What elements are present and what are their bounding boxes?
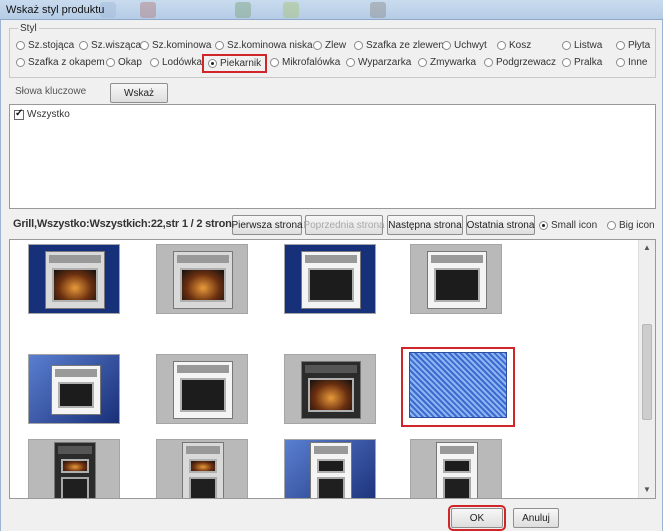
scroll-down-icon[interactable]: ▼ (639, 482, 655, 498)
radio-wyparzarka[interactable]: Wyparzarka (346, 57, 411, 68)
radio-lodowka[interactable]: Lodówka (150, 57, 202, 68)
oven-icon (427, 251, 487, 309)
radio-inne[interactable]: Inne (616, 57, 647, 68)
thumbnail-oven-8-selected[interactable] (401, 347, 515, 427)
radio-circle-icon (140, 41, 149, 50)
radio-uchwyt[interactable]: Uchwyt (442, 40, 487, 51)
radio-small-icon[interactable]: Small icon (539, 220, 597, 231)
radio-circle-icon (484, 58, 493, 67)
app-decoration-icon (140, 2, 156, 18)
radio-circle-icon (150, 58, 159, 67)
radio-circle-icon (270, 58, 279, 67)
oven-icon (173, 361, 233, 419)
radio-big-icon[interactable]: Big icon (607, 220, 655, 231)
radio-circle-icon (442, 41, 451, 50)
radio-szafka-ze-zlewem[interactable]: Szafka ze zlewem (354, 40, 447, 51)
checkbox-checked-icon (14, 108, 24, 120)
radio-sz-kominowa-niska[interactable]: Sz.kominowa niska (215, 40, 313, 51)
oven-icon (51, 365, 101, 415)
radio-circle-icon (418, 58, 427, 67)
radio-zlew[interactable]: Zlew (313, 40, 346, 51)
oven-icon (182, 442, 224, 498)
keyword-item-wszystko[interactable]: Wszystko (14, 108, 70, 120)
radio-kosz[interactable]: Kosz (497, 40, 531, 51)
app-decoration-icon (370, 2, 386, 18)
thumbnail-oven-12[interactable] (410, 439, 502, 498)
keywords-list: Wszystko (9, 104, 656, 209)
radio-zmywarka[interactable]: Zmywarka (418, 57, 476, 68)
radio-okap[interactable]: Okap (106, 57, 142, 68)
radio-circle-icon (16, 41, 25, 50)
radio-circle-icon (354, 41, 363, 50)
oven-icon (409, 352, 507, 418)
oven-icon (301, 251, 361, 309)
app-decoration-icon (235, 2, 251, 18)
radio-circle-icon (607, 221, 616, 230)
first-page-button[interactable]: Pierwsza strona (231, 215, 303, 235)
vertical-scrollbar[interactable]: ▲ ▼ (638, 240, 655, 498)
radio-sz-wiszaca[interactable]: Sz.wisząca (79, 40, 141, 51)
dialog-window: Styl Sz.stojąca Sz.wisząca Sz.kominowa S… (0, 20, 663, 531)
radio-sz-kominowa[interactable]: Sz.kominowa (140, 40, 211, 51)
oven-icon (436, 442, 478, 498)
thumbnail-oven-2[interactable] (156, 244, 248, 314)
radio-circle-icon (562, 58, 571, 67)
radio-sz-stojaca[interactable]: Sz.stojąca (16, 40, 74, 51)
radio-circle-icon (346, 58, 355, 67)
thumbnail-oven-9[interactable] (28, 439, 120, 498)
last-page-button[interactable]: Ostatnia strona (466, 215, 535, 235)
oven-icon (54, 442, 96, 498)
thumbnail-oven-5[interactable] (28, 354, 120, 424)
thumbnail-oven-6[interactable] (156, 354, 248, 424)
radio-circle-icon (497, 41, 506, 50)
thumbnail-oven-4[interactable] (410, 244, 502, 314)
radio-circle-icon (616, 58, 625, 67)
thumbnail-oven-10[interactable] (156, 439, 248, 498)
oven-icon (45, 251, 105, 309)
cancel-button[interactable]: Anuluj (513, 508, 559, 528)
thumbnail-oven-7[interactable] (284, 354, 376, 424)
window-title: Wskaż styl produktu (6, 4, 105, 16)
radio-szafka-z-okapem[interactable]: Szafka z okapem (16, 57, 105, 68)
radio-listwa[interactable]: Listwa (562, 40, 602, 51)
thumbnail-oven-1[interactable] (28, 244, 120, 314)
scrollbar-thumb[interactable] (642, 324, 652, 420)
prev-page-button[interactable]: Poprzednia strona (303, 215, 385, 235)
radio-circle-icon (313, 41, 322, 50)
radio-circle-icon (79, 41, 88, 50)
oven-icon (173, 251, 233, 309)
oven-icon (310, 442, 352, 498)
radio-circle-icon (616, 41, 625, 50)
radio-circle-icon (106, 58, 115, 67)
scroll-up-icon[interactable]: ▲ (639, 240, 655, 256)
oven-icon (301, 361, 361, 419)
style-group-legend: Styl (18, 23, 39, 34)
thumbnail-oven-11[interactable] (284, 439, 376, 498)
radio-selected-icon (208, 59, 217, 68)
page-info: Grill,Wszystko:Wszystkich:22,str 1 / 2 s… (13, 218, 232, 230)
radio-plyta[interactable]: Płyta (616, 40, 650, 51)
radio-circle-icon (215, 41, 224, 50)
thumbnail-grid: ▲ ▼ (9, 239, 656, 499)
next-page-button[interactable]: Następna strona (387, 215, 463, 235)
radio-circle-icon (16, 58, 25, 67)
style-group: Styl Sz.stojąca Sz.wisząca Sz.kominowa S… (9, 23, 656, 78)
title-bar: Wskaż styl produktu (0, 0, 663, 20)
ok-button[interactable]: OK (448, 505, 506, 531)
dialog-footer: OK Anuluj (1, 503, 662, 531)
radio-pralka[interactable]: Pralka (562, 57, 602, 68)
radio-mikrofalowka[interactable]: Mikrofalówka (270, 57, 340, 68)
app-decoration-icon (283, 2, 299, 18)
radio-podgrzewacz[interactable]: Podgrzewacz (484, 57, 556, 68)
radio-piekarnik[interactable]: Piekarnik (201, 54, 268, 73)
wskaz-button[interactable]: Wskaż (110, 83, 168, 103)
keywords-label: Słowa kluczowe (15, 86, 87, 97)
radio-circle-icon (562, 41, 571, 50)
thumbnail-oven-3[interactable] (284, 244, 376, 314)
radio-selected-icon (539, 221, 548, 230)
